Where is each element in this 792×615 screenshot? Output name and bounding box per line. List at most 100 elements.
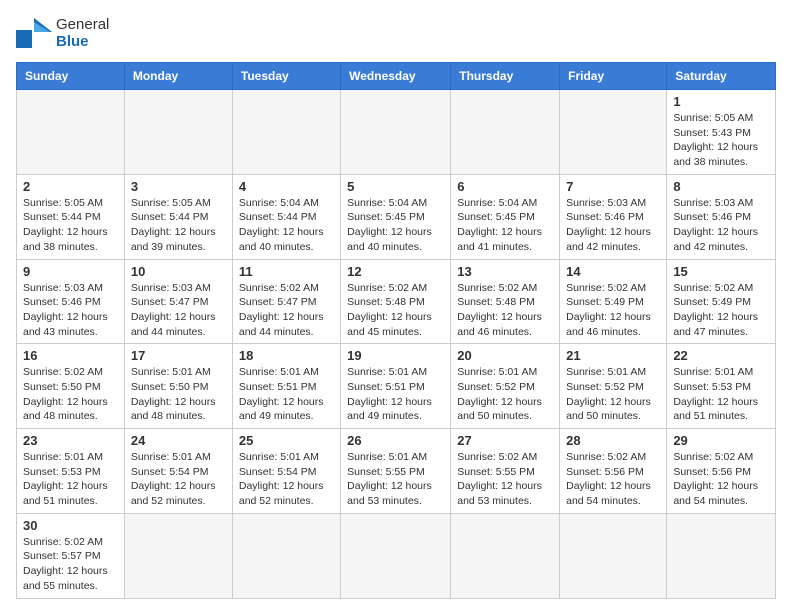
day-number: 5 [347,179,444,194]
calendar-cell: 10 Sunrise: 5:03 AM Sunset: 5:47 PM Dayli… [124,259,232,344]
day-info: Sunrise: 5:01 AM Sunset: 5:52 PM Dayligh… [566,365,660,424]
day-number: 24 [131,433,226,448]
day-number: 26 [347,433,444,448]
day-info: Sunrise: 5:02 AM Sunset: 5:49 PM Dayligh… [566,281,660,340]
day-number: 8 [673,179,769,194]
day-number: 6 [457,179,553,194]
day-info: Sunrise: 5:01 AM Sunset: 5:54 PM Dayligh… [239,450,334,509]
day-info: Sunrise: 5:02 AM Sunset: 5:47 PM Dayligh… [239,281,334,340]
calendar-week: 30Sunrise: 5:02 AM Sunset: 5:57 PM Dayli… [17,513,776,598]
calendar-cell: 16 Sunrise: 5:02 AM Sunset: 5:50 PM Dayli… [17,344,125,429]
calendar-body: 1Sunrise: 5:05 AM Sunset: 5:43 PM Daylig… [17,90,776,599]
calendar-cell: 29 Sunrise: 5:02 AM Sunset: 5:56 PM Dayli… [667,429,776,514]
weekday-header: Wednesday [341,63,451,90]
day-info: Sunrise: 5:01 AM Sunset: 5:51 PM Dayligh… [239,365,334,424]
weekday-header: Thursday [451,63,560,90]
day-info: Sunrise: 5:01 AM Sunset: 5:52 PM Dayligh… [457,365,553,424]
calendar-cell: 26Sunrise: 5:01 AM Sunset: 5:55 PM Dayli… [341,429,451,514]
calendar-table: SundayMondayTuesdayWednesdayThursdayFrid… [16,62,776,599]
calendar-cell: 11 Sunrise: 5:02 AM Sunset: 5:47 PM Dayli… [232,259,340,344]
day-number: 1 [673,94,769,109]
day-number: 29 [673,433,769,448]
logo: General Blue [16,16,109,50]
calendar-cell: 28Sunrise: 5:02 AM Sunset: 5:56 PM Dayli… [560,429,667,514]
calendar-cell [560,513,667,598]
day-info: Sunrise: 5:01 AM Sunset: 5:54 PM Dayligh… [131,450,226,509]
calendar-cell: 5 Sunrise: 5:04 AM Sunset: 5:45 PM Daylig… [341,174,451,259]
day-info: Sunrise: 5:04 AM Sunset: 5:45 PM Dayligh… [457,196,553,255]
calendar-cell: 15 Sunrise: 5:02 AM Sunset: 5:49 PM Dayli… [667,259,776,344]
day-number: 21 [566,348,660,363]
calendar-cell: 22 Sunrise: 5:01 AM Sunset: 5:53 PM Dayli… [667,344,776,429]
calendar-week: 9 Sunrise: 5:03 AM Sunset: 5:46 PM Daylig… [17,259,776,344]
calendar-cell: 12 Sunrise: 5:02 AM Sunset: 5:48 PM Dayli… [341,259,451,344]
calendar-cell: 30Sunrise: 5:02 AM Sunset: 5:57 PM Dayli… [17,513,125,598]
day-info: Sunrise: 5:01 AM Sunset: 5:53 PM Dayligh… [673,365,769,424]
calendar-cell: 4 Sunrise: 5:04 AM Sunset: 5:44 PM Daylig… [232,174,340,259]
calendar-week: 16 Sunrise: 5:02 AM Sunset: 5:50 PM Dayli… [17,344,776,429]
calendar-cell: 3Sunrise: 5:05 AM Sunset: 5:44 PM Daylig… [124,174,232,259]
day-number: 16 [23,348,118,363]
day-info: Sunrise: 5:04 AM Sunset: 5:45 PM Dayligh… [347,196,444,255]
day-number: 2 [23,179,118,194]
logo-icon [16,18,52,48]
calendar-cell: 9 Sunrise: 5:03 AM Sunset: 5:46 PM Daylig… [17,259,125,344]
calendar-cell [124,90,232,175]
calendar-cell: 13Sunrise: 5:02 AM Sunset: 5:48 PM Dayli… [451,259,560,344]
day-number: 10 [131,264,226,279]
day-info: Sunrise: 5:05 AM Sunset: 5:44 PM Dayligh… [131,196,226,255]
day-info: Sunrise: 5:03 AM Sunset: 5:47 PM Dayligh… [131,281,226,340]
calendar-cell: 24 Sunrise: 5:01 AM Sunset: 5:54 PM Dayli… [124,429,232,514]
calendar-cell: 20 Sunrise: 5:01 AM Sunset: 5:52 PM Dayli… [451,344,560,429]
day-number: 22 [673,348,769,363]
calendar-week: 1Sunrise: 5:05 AM Sunset: 5:43 PM Daylig… [17,90,776,175]
calendar-cell: 18 Sunrise: 5:01 AM Sunset: 5:51 PM Dayli… [232,344,340,429]
day-info: Sunrise: 5:02 AM Sunset: 5:49 PM Dayligh… [673,281,769,340]
day-info: Sunrise: 5:02 AM Sunset: 5:55 PM Dayligh… [457,450,553,509]
day-info: Sunrise: 5:02 AM Sunset: 5:50 PM Dayligh… [23,365,118,424]
calendar-week: 2 Sunrise: 5:05 AM Sunset: 5:44 PM Daylig… [17,174,776,259]
calendar-header: SundayMondayTuesdayWednesdayThursdayFrid… [17,63,776,90]
day-number: 17 [131,348,226,363]
calendar-cell: 8 Sunrise: 5:03 AM Sunset: 5:46 PM Daylig… [667,174,776,259]
day-number: 9 [23,264,118,279]
day-number: 7 [566,179,660,194]
day-number: 15 [673,264,769,279]
calendar-cell [341,513,451,598]
page-header: General Blue [16,16,776,50]
day-number: 19 [347,348,444,363]
day-number: 14 [566,264,660,279]
day-number: 11 [239,264,334,279]
day-number: 4 [239,179,334,194]
day-number: 18 [239,348,334,363]
day-info: Sunrise: 5:01 AM Sunset: 5:51 PM Dayligh… [347,365,444,424]
day-number: 12 [347,264,444,279]
day-info: Sunrise: 5:02 AM Sunset: 5:56 PM Dayligh… [673,450,769,509]
calendar-cell: 21 Sunrise: 5:01 AM Sunset: 5:52 PM Dayli… [560,344,667,429]
calendar-cell [341,90,451,175]
logo-text: General Blue [56,16,109,50]
day-info: Sunrise: 5:04 AM Sunset: 5:44 PM Dayligh… [239,196,334,255]
calendar-cell: 19 Sunrise: 5:01 AM Sunset: 5:51 PM Dayli… [341,344,451,429]
day-info: Sunrise: 5:03 AM Sunset: 5:46 PM Dayligh… [23,281,118,340]
calendar-cell [232,513,340,598]
calendar-cell [124,513,232,598]
weekday-header: Friday [560,63,667,90]
day-info: Sunrise: 5:01 AM Sunset: 5:50 PM Dayligh… [131,365,226,424]
weekday-header: Tuesday [232,63,340,90]
calendar-cell [17,90,125,175]
day-info: Sunrise: 5:02 AM Sunset: 5:48 PM Dayligh… [457,281,553,340]
calendar-cell [232,90,340,175]
day-info: Sunrise: 5:05 AM Sunset: 5:44 PM Dayligh… [23,196,118,255]
calendar-cell: 17 Sunrise: 5:01 AM Sunset: 5:50 PM Dayli… [124,344,232,429]
day-number: 27 [457,433,553,448]
day-number: 23 [23,433,118,448]
calendar-cell [560,90,667,175]
calendar-cell: 1Sunrise: 5:05 AM Sunset: 5:43 PM Daylig… [667,90,776,175]
calendar-cell [451,90,560,175]
calendar-cell: 14 Sunrise: 5:02 AM Sunset: 5:49 PM Dayli… [560,259,667,344]
calendar-cell: 25Sunrise: 5:01 AM Sunset: 5:54 PM Dayli… [232,429,340,514]
day-info: Sunrise: 5:03 AM Sunset: 5:46 PM Dayligh… [673,196,769,255]
day-info: Sunrise: 5:02 AM Sunset: 5:48 PM Dayligh… [347,281,444,340]
day-number: 20 [457,348,553,363]
